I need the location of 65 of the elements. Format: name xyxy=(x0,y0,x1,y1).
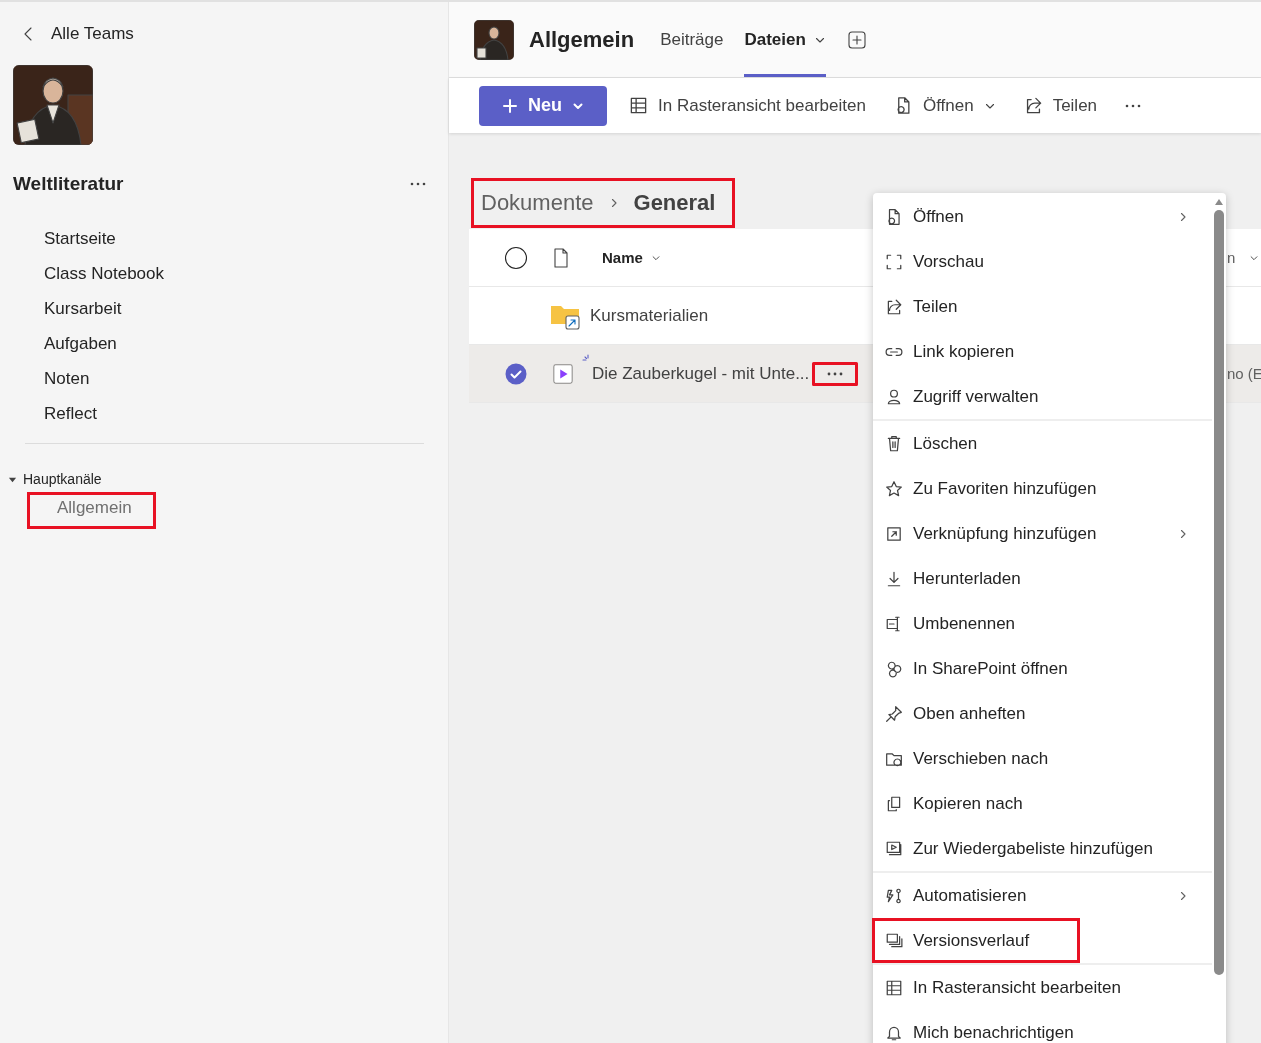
channel-title: Allgemein xyxy=(529,26,635,53)
menu-item[interactable]: Zu Favoriten hinzufügen xyxy=(872,466,1212,511)
team-name: Weltliteratur xyxy=(13,173,124,195)
scroll-up-icon[interactable] xyxy=(1214,198,1224,206)
flow-icon xyxy=(885,886,903,905)
nav-item[interactable]: Reflect xyxy=(44,396,97,431)
menu-item[interactable]: Umbenennen xyxy=(872,601,1212,646)
more-icon[interactable] xyxy=(1125,103,1142,108)
nav-item[interactable]: Noten xyxy=(44,361,90,396)
share-icon xyxy=(885,297,903,316)
toolbar-button[interactable]: Öffnen xyxy=(893,95,996,116)
nav-item[interactable]: Class Notebook xyxy=(44,256,164,291)
file-type-icon xyxy=(553,247,569,268)
select-all-checkbox[interactable] xyxy=(504,245,528,270)
nav-item[interactable]: Kursarbeit xyxy=(44,291,122,326)
grid-icon xyxy=(885,978,903,997)
more-icon[interactable] xyxy=(410,182,426,186)
pin-icon xyxy=(885,704,903,723)
menu-item[interactable]: Verschieben nach xyxy=(872,736,1212,781)
trash-icon xyxy=(885,434,903,453)
menu-item[interactable]: Oben anheften xyxy=(872,691,1212,736)
menu-item[interactable]: Mich benachrichtigen xyxy=(872,1010,1212,1043)
channel-item[interactable]: Allgemein xyxy=(27,492,156,529)
menu-item[interactable]: Vorschau xyxy=(872,239,1212,284)
breadcrumb: Dokumente General xyxy=(471,178,736,228)
menu-item[interactable]: Verknüpfung hinzufügen xyxy=(872,511,1212,556)
add-tab-icon[interactable] xyxy=(846,29,867,50)
video-file-icon xyxy=(552,362,574,385)
menu-item[interactable]: Teilen xyxy=(872,284,1212,329)
row-checkbox[interactable] xyxy=(504,361,528,386)
circles-icon xyxy=(885,659,903,678)
menu-item[interactable]: Löschen xyxy=(872,421,1212,466)
toolbar-button[interactable]: In Rasteransicht bearbeiten xyxy=(629,95,866,116)
more-options-icon[interactable] xyxy=(812,361,859,386)
nav-item[interactable]: Aufgaben xyxy=(44,326,117,361)
preview-icon xyxy=(885,252,903,271)
download-icon xyxy=(885,569,903,588)
nav-item[interactable]: Startseite xyxy=(44,221,116,256)
menu-item[interactable]: In Rasteransicht bearbeiten xyxy=(872,965,1212,1010)
menu-item[interactable]: Zur Wiedergabeliste hinzufügen xyxy=(872,826,1212,871)
toolbar-button[interactable]: Teilen xyxy=(1023,95,1098,116)
plus-icon xyxy=(502,97,518,114)
versions-icon xyxy=(885,931,903,950)
column-header[interactable]: n xyxy=(1227,249,1260,266)
shortcut-icon xyxy=(885,524,903,543)
new-button[interactable]: Neu xyxy=(479,85,607,126)
column-header[interactable]: Name xyxy=(602,249,661,266)
rename-icon xyxy=(885,614,903,633)
copy-icon xyxy=(885,794,903,813)
open-file-icon xyxy=(885,207,903,226)
menu-item[interactable]: Öffnen xyxy=(872,194,1212,239)
menu-item[interactable]: In SharePoint öffnen xyxy=(872,646,1212,691)
menu-item[interactable]: Versionsverlauf xyxy=(872,918,1080,963)
channel-group-header[interactable]: Hauptkanäle xyxy=(8,471,102,487)
menu-item[interactable]: Kopieren nach xyxy=(872,781,1212,826)
file-name[interactable]: Kursmaterialien xyxy=(590,305,709,326)
playlist-icon xyxy=(885,839,903,858)
back-link[interactable]: Alle Teams xyxy=(13,24,134,44)
file-name[interactable]: Die Zauberkugel - mit Unte... xyxy=(592,363,810,384)
grid-icon xyxy=(629,96,648,115)
person-icon xyxy=(885,387,903,406)
star-icon xyxy=(885,479,903,498)
menu-item[interactable]: Automatisieren xyxy=(872,873,1212,918)
tab[interactable]: Beiträge xyxy=(660,2,724,77)
menu-item[interactable]: Herunterladen xyxy=(872,556,1212,601)
